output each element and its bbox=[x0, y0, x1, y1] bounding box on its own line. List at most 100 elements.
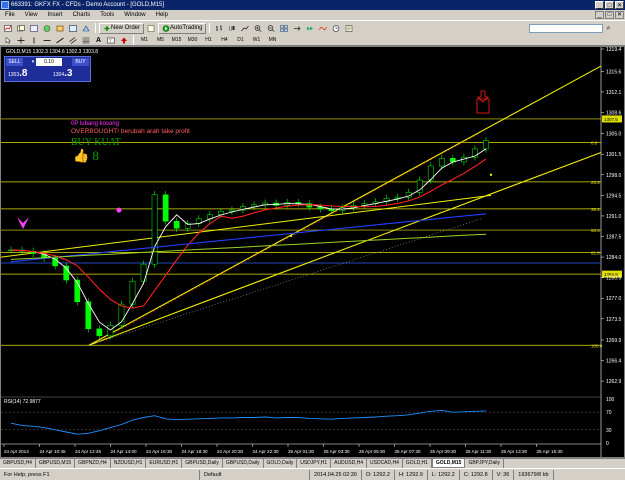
menu-charts[interactable]: Charts bbox=[68, 10, 96, 20]
trendline bbox=[1, 194, 492, 258]
search-icon[interactable]: ⌕ bbox=[604, 24, 613, 33]
horizontal-line-icon[interactable] bbox=[41, 35, 53, 46]
fibonacci-icon[interactable] bbox=[80, 35, 92, 46]
chart-restore-button[interactable]: □ bbox=[605, 11, 614, 19]
timeframe-m15[interactable]: M15 bbox=[169, 35, 184, 45]
channel-icon[interactable] bbox=[67, 35, 79, 46]
chart-tab[interactable]: EURUSD,H1 bbox=[146, 459, 183, 468]
chart-shift-icon[interactable] bbox=[291, 23, 303, 34]
timeframe-h1[interactable]: H1 bbox=[201, 35, 216, 45]
periods-icon[interactable] bbox=[330, 23, 342, 34]
timeframe-h4[interactable]: H4 bbox=[217, 35, 232, 45]
menu-tools[interactable]: Tools bbox=[95, 10, 119, 20]
chart-tab[interactable]: GOLD,M15 bbox=[431, 459, 466, 468]
time-tick-label: 24 Apr 10:45 bbox=[40, 449, 66, 454]
trendline bbox=[88, 151, 602, 346]
chart-tab[interactable]: USDCAD,H4 bbox=[367, 459, 403, 468]
chart-tab[interactable]: GBPJPY,Daily bbox=[465, 459, 505, 468]
chart-tab[interactable]: GBPUSD,H4 bbox=[0, 459, 36, 468]
menu-window[interactable]: Window bbox=[119, 10, 150, 20]
search-input[interactable] bbox=[529, 24, 603, 33]
toolbar-separator bbox=[209, 23, 211, 33]
price-tick-label: 1277.0 bbox=[606, 296, 622, 302]
new-order-button[interactable]: New Order bbox=[99, 22, 145, 34]
close-button[interactable]: ✕ bbox=[615, 1, 624, 9]
chart-tab[interactable]: GBPUSD,Daily bbox=[223, 459, 264, 468]
menu-file[interactable]: File bbox=[0, 10, 20, 20]
price-tick-label: 1280.5 bbox=[606, 276, 622, 282]
bar-chart-icon[interactable] bbox=[213, 23, 225, 34]
menu-insert[interactable]: Insert bbox=[43, 10, 68, 20]
chart-tab[interactable]: GBPUSD,M15 bbox=[36, 459, 76, 468]
metaeditor-icon[interactable] bbox=[145, 23, 157, 34]
status-high: H: 1292.9 bbox=[395, 469, 428, 480]
lot-size-input[interactable]: 0.10 bbox=[36, 58, 62, 66]
rsi-tick-label: 0 bbox=[606, 441, 609, 447]
timeframe-m5[interactable]: M5 bbox=[153, 35, 168, 45]
trendline-icon[interactable] bbox=[54, 35, 66, 46]
chart-close-button[interactable]: ✕ bbox=[615, 11, 624, 19]
chart-tab[interactable]: GBPNZD,H4 bbox=[75, 459, 111, 468]
price-chart[interactable]: 1307.50.023.638.250.061.81284.8100.0 131… bbox=[1, 47, 624, 457]
time-tick-label: 25 Apr 15:30 bbox=[537, 449, 563, 454]
new-chart-icon[interactable] bbox=[2, 23, 14, 34]
profiles-icon[interactable] bbox=[15, 23, 27, 34]
vertical-line-icon[interactable] bbox=[28, 35, 40, 46]
status-close: C: 1292.8 bbox=[460, 469, 493, 480]
navigator-icon[interactable] bbox=[54, 23, 66, 34]
sell-button[interactable]: SELL bbox=[6, 58, 23, 66]
time-tick-label: 24 Apr 14:00 bbox=[111, 449, 137, 454]
maximize-button[interactable]: □ bbox=[605, 1, 614, 9]
timeframe-m1[interactable]: M1 bbox=[137, 35, 152, 45]
auto-scroll-icon[interactable] bbox=[304, 23, 316, 34]
ask-price: 1304.3 bbox=[53, 68, 72, 79]
chart-tab[interactable]: GBPUSD,Daily bbox=[182, 459, 223, 468]
menu-view[interactable]: View bbox=[20, 10, 43, 20]
arrows-icon[interactable] bbox=[118, 35, 130, 46]
market-watch-icon[interactable] bbox=[28, 23, 40, 34]
status-bar: For Help, press F1 Default 2014.04.25 02… bbox=[0, 468, 625, 480]
chart-grid bbox=[1, 47, 602, 457]
fib-label: 23.6 bbox=[591, 180, 600, 185]
label-tool-icon[interactable]: T bbox=[105, 35, 117, 46]
bid-big: .8 bbox=[19, 68, 28, 79]
line-chart-icon[interactable] bbox=[239, 23, 251, 34]
chart-tab[interactable]: GOLD,Daily bbox=[264, 459, 298, 468]
fib-label: 0.0 bbox=[591, 140, 598, 145]
autotrading-button[interactable]: AutoTrading bbox=[158, 22, 207, 34]
menu-help[interactable]: Help bbox=[151, 10, 173, 20]
chart-tab[interactable]: USDJPY,H1 bbox=[297, 459, 332, 468]
tile-windows-icon[interactable] bbox=[278, 23, 290, 34]
zoom-in-icon[interactable] bbox=[252, 23, 264, 34]
timeframe-d1[interactable]: D1 bbox=[233, 35, 248, 45]
candlestick-icon[interactable] bbox=[226, 23, 238, 34]
crosshair-icon[interactable] bbox=[15, 35, 27, 46]
time-tick-label: 25 Apr 09:30 bbox=[430, 449, 456, 454]
chart-window[interactable]: 1307.5 0.0 23.6 38.2 50.0 61.8 1284.8 100.0 131… bbox=[0, 46, 625, 458]
tester-icon[interactable] bbox=[80, 23, 92, 34]
chart-tab[interactable]: AUDUSD,H4 bbox=[331, 459, 368, 468]
chart-minimize-button[interactable]: _ bbox=[595, 11, 604, 19]
price-tick-label: 1262.9 bbox=[606, 379, 622, 385]
buy-button[interactable]: BUY bbox=[72, 58, 89, 66]
entry-marker-icon bbox=[17, 217, 29, 229]
timeframe-m30[interactable]: M30 bbox=[185, 35, 200, 45]
data-window-icon[interactable] bbox=[41, 23, 53, 34]
note-gap: 0P lubang kosong bbox=[71, 121, 119, 127]
status-open: O: 1292.2 bbox=[362, 469, 395, 480]
zoom-out-icon[interactable] bbox=[265, 23, 277, 34]
rsi-panel: 100 70 30 0 bbox=[1, 397, 615, 447]
templates-icon[interactable] bbox=[343, 23, 355, 34]
text-tool-icon[interactable]: A bbox=[93, 35, 104, 46]
minimize-button[interactable]: _ bbox=[595, 1, 604, 9]
chart-tab[interactable]: GOLD,H1 bbox=[403, 459, 432, 468]
terminal-icon[interactable] bbox=[67, 23, 79, 34]
rsi-tick-label: 100 bbox=[606, 397, 615, 403]
timeframe-w1[interactable]: W1 bbox=[249, 35, 264, 45]
ma-fast-line bbox=[10, 148, 487, 331]
chart-tab[interactable]: NZDUSD,H1 bbox=[111, 459, 147, 468]
timeframe-mn[interactable]: MN bbox=[265, 35, 280, 45]
indicators-icon[interactable] bbox=[317, 23, 329, 34]
price-tick-label: 1273.5 bbox=[606, 317, 622, 323]
cursor-icon[interactable] bbox=[2, 35, 14, 46]
